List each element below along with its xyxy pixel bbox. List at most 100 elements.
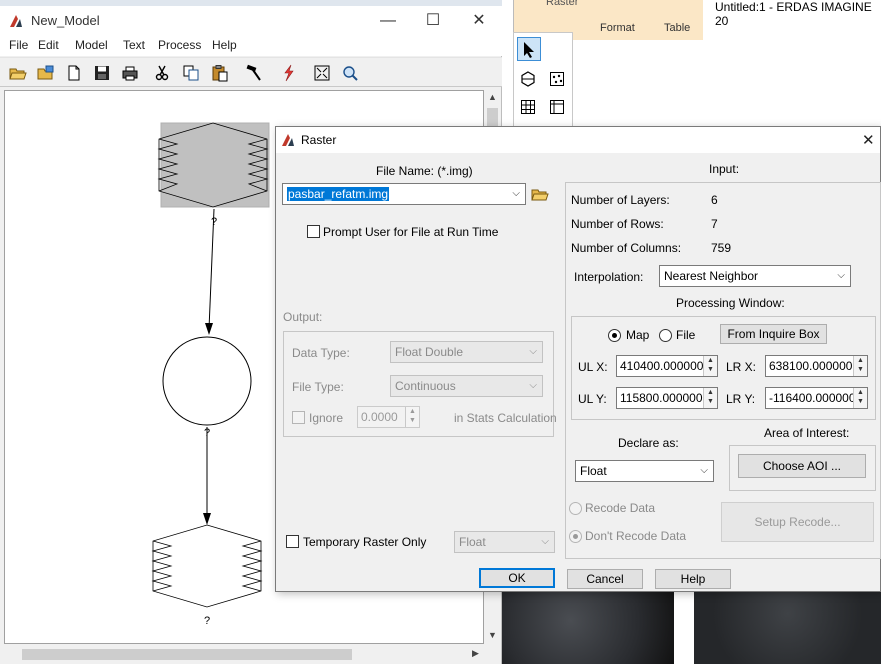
lrx-label: LR X: — [726, 360, 757, 374]
spin-up-icon[interactable]: ▲ — [857, 357, 864, 364]
erdas-logo-icon — [280, 132, 296, 151]
aoi-group: Choose AOI ... — [729, 445, 876, 491]
scroll-up-icon[interactable]: ▲ — [488, 92, 497, 102]
close-window-button[interactable]: ✕ — [456, 6, 502, 36]
recode-data-radio[interactable] — [569, 502, 582, 515]
paste-icon[interactable] — [211, 64, 229, 82]
spin-up-icon[interactable]: ▲ — [857, 389, 864, 396]
pointer-tool-icon[interactable] — [517, 37, 541, 61]
tool-blank-icon[interactable] — [547, 39, 567, 59]
dialog-title: Raster — [301, 133, 337, 147]
open-folder-icon[interactable] — [9, 64, 27, 82]
file-type-select[interactable]: Continuous ⌵ — [390, 375, 543, 397]
stats-calc-label: in Stats Calculation — [454, 411, 557, 425]
choose-aoi-button[interactable]: Choose AOI ... — [738, 454, 866, 478]
save-icon[interactable] — [93, 64, 111, 82]
declare-as-select[interactable]: Float ⌵ — [575, 460, 714, 482]
file-type-value: Continuous — [395, 379, 456, 393]
chevron-down-icon[interactable]: ⌵ — [837, 270, 845, 281]
area-of-interest-label: Area of Interest: — [764, 426, 850, 440]
spin-up-icon[interactable]: ▲ — [707, 389, 714, 396]
browse-folder-icon[interactable] — [531, 185, 549, 206]
rows-label: Number of Rows: — [571, 217, 664, 231]
menu-help[interactable]: Help — [212, 38, 237, 52]
function-node[interactable] — [162, 336, 252, 426]
ignore-value-spinner[interactable]: 0.0000 ▲ ▼ — [357, 406, 420, 428]
erdas-logo-icon — [8, 13, 24, 32]
chevron-down-icon[interactable]: ⌵ — [512, 188, 520, 199]
ribbon-tab-format[interactable]: Format — [600, 22, 635, 34]
file-name-combo[interactable]: pasbar_refatm.img ⌵ — [282, 183, 526, 205]
menu-edit[interactable]: Edit — [38, 38, 59, 52]
temporary-raster-label: Temporary Raster Only — [303, 535, 427, 549]
temporary-raster-checkbox[interactable] — [286, 535, 299, 548]
cut-icon[interactable] — [153, 64, 171, 82]
spin-down-icon[interactable]: ▼ — [409, 417, 416, 424]
dialog-close-button[interactable]: ✕ — [862, 131, 875, 149]
temp-raster-type-select[interactable]: Float ⌵ — [454, 531, 555, 553]
ulx-spinner[interactable]: 410400.000000 ▲ ▼ — [616, 355, 718, 377]
from-inquire-box-button[interactable]: From Inquire Box — [720, 324, 827, 344]
ulx-label: UL X: — [578, 360, 608, 374]
zoom-fit-icon[interactable] — [313, 64, 331, 82]
output-raster-node[interactable] — [151, 524, 263, 608]
dont-recode-data-radio[interactable] — [569, 530, 582, 543]
uly-spinner[interactable]: 115800.000000 ▲ ▼ — [616, 387, 718, 409]
model-tools-palette — [513, 32, 573, 128]
chevron-down-icon: ⌵ — [541, 536, 549, 547]
spin-down-icon[interactable]: ▼ — [857, 366, 864, 373]
prompt-user-checkbox[interactable] — [307, 225, 320, 238]
spin-down-icon[interactable]: ▼ — [707, 398, 714, 405]
raster-tool-icon[interactable] — [520, 71, 536, 90]
new-document-icon[interactable] — [65, 64, 83, 82]
vector-tool-icon[interactable] — [549, 71, 565, 90]
run-icon[interactable] — [280, 64, 298, 82]
matrix-tool-icon[interactable] — [520, 99, 536, 118]
scroll-right-icon[interactable]: ▶ — [472, 648, 479, 659]
minimize-button[interactable]: — — [365, 6, 411, 36]
cancel-button[interactable]: Cancel — [567, 569, 643, 589]
input-raster-node[interactable] — [157, 122, 270, 208]
open-model-icon[interactable] — [37, 64, 55, 82]
menu-process[interactable]: Process — [158, 38, 201, 52]
ribbon-tab-table[interactable]: Table — [664, 22, 690, 34]
file-name-value: pasbar_refatm.img — [287, 187, 390, 201]
uly-value: 115800.000000 — [620, 391, 703, 405]
menu-text[interactable]: Text — [123, 38, 145, 52]
print-icon[interactable] — [121, 64, 139, 82]
scroll-down-icon[interactable]: ▼ — [488, 630, 497, 640]
interpolation-select[interactable]: Nearest Neighbor ⌵ — [659, 265, 851, 287]
spin-down-icon[interactable]: ▼ — [707, 366, 714, 373]
ribbon-tab-raster[interactable]: Raster — [546, 0, 578, 8]
dont-recode-data-label: Don't Recode Data — [585, 529, 687, 543]
ignore-value: 0.0000 — [361, 410, 398, 424]
file-radio[interactable] — [659, 329, 672, 342]
help-button[interactable]: Help — [655, 569, 731, 589]
ok-button[interactable]: OK — [479, 568, 555, 588]
horizontal-scrollbar[interactable]: ▶ — [4, 645, 484, 664]
chevron-down-icon: ⌵ — [529, 380, 537, 391]
dialog-titlebar: Raster ✕ — [276, 127, 880, 153]
zoom-icon[interactable] — [341, 64, 359, 82]
hammer-icon[interactable] — [245, 64, 263, 82]
setup-recode-button[interactable]: Setup Recode... — [721, 502, 874, 542]
imagery-tile-right — [694, 592, 881, 664]
horizontal-scroll-thumb[interactable] — [22, 649, 352, 660]
spin-up-icon[interactable]: ▲ — [707, 357, 714, 364]
map-radio[interactable] — [608, 329, 621, 342]
ignore-checkbox[interactable] — [292, 411, 305, 424]
chevron-down-icon: ⌵ — [529, 346, 537, 357]
lrx-spinner[interactable]: 638100.000000 ▲ ▼ — [765, 355, 868, 377]
copy-icon[interactable] — [182, 64, 200, 82]
spin-up-icon[interactable]: ▲ — [409, 408, 416, 415]
temp-raster-type-value: Float — [459, 535, 486, 549]
menu-model[interactable]: Model — [75, 38, 108, 52]
menu-file[interactable]: File — [9, 38, 28, 52]
chevron-down-icon[interactable]: ⌵ — [700, 465, 708, 476]
maximize-button[interactable]: ☐ — [410, 6, 456, 36]
lry-spinner[interactable]: -116400.000000 ▲ ▼ — [765, 387, 868, 409]
columns-value: 759 — [711, 241, 732, 255]
spin-down-icon[interactable]: ▼ — [857, 398, 864, 405]
table-tool-icon[interactable] — [549, 99, 565, 118]
data-type-select[interactable]: Float Double ⌵ — [390, 341, 543, 363]
